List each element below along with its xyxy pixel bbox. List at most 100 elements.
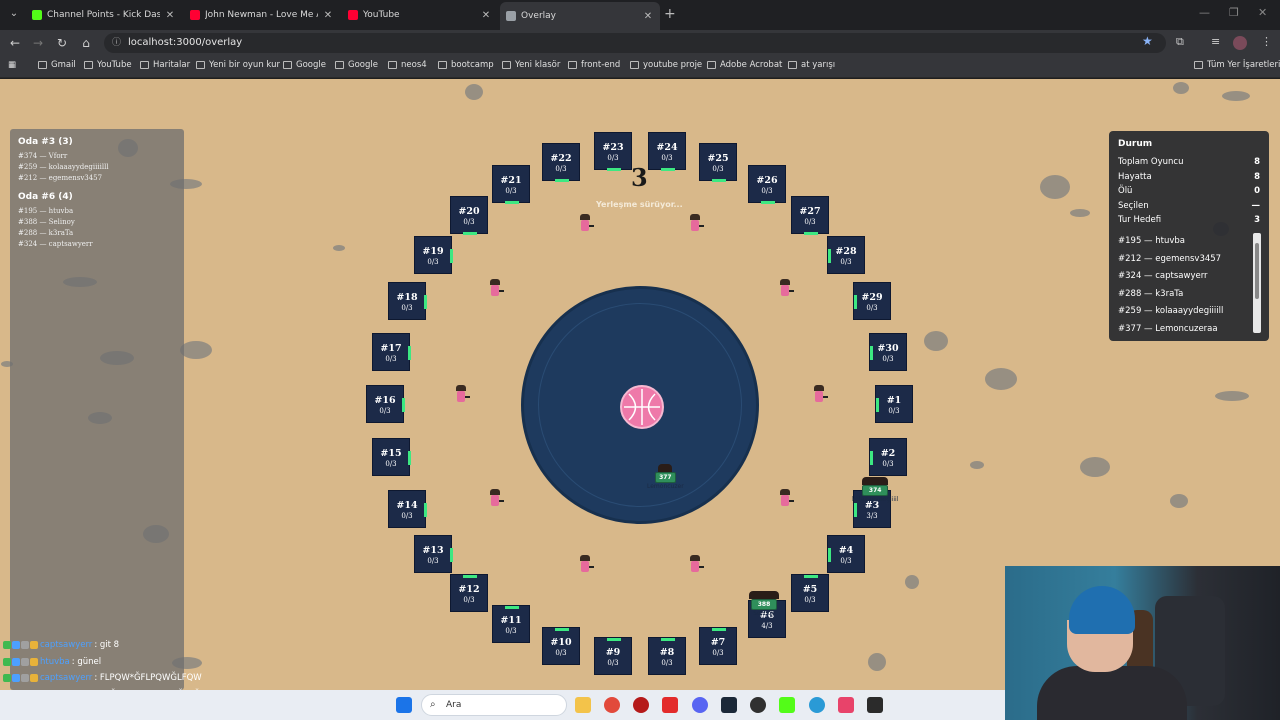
bookmark-icon xyxy=(502,61,511,69)
terminal-icon[interactable] xyxy=(867,697,883,713)
site-info-icon[interactable]: ⓘ xyxy=(112,33,121,53)
media-controls-icon[interactable]: ≡ xyxy=(1211,35,1220,48)
square-2: #2 0/3 xyxy=(869,438,907,476)
close-window-icon[interactable]: ✕ xyxy=(1258,6,1267,19)
chat-username[interactable]: captsawyerr xyxy=(40,640,92,650)
tab-2[interactable]: YouTube ✕ xyxy=(342,4,498,26)
square-glow xyxy=(607,168,621,171)
chrome-icon[interactable] xyxy=(604,697,620,713)
maximize-icon[interactable]: ❐ xyxy=(1229,6,1239,19)
kick-icon[interactable] xyxy=(779,697,795,713)
bookmark-icon xyxy=(283,61,292,69)
folder-icon xyxy=(1194,61,1203,69)
badge-icon xyxy=(12,641,20,650)
bookmark-item[interactable]: front-end xyxy=(568,60,620,70)
bookmark-item[interactable]: YouTube xyxy=(84,60,132,70)
chat-badges xyxy=(0,657,40,666)
group-player-bottom: 388 Selinoy xyxy=(749,591,779,617)
browser-toolbar: ← → ↻ ⌂ ⓘ localhost:3000/overlay ★ ⧉ ≡ ⋮ xyxy=(0,30,1280,56)
chat-text: : FLPQW*ĞFLPQWĞLFQW xyxy=(94,673,202,684)
steam-icon[interactable] xyxy=(721,697,737,713)
home-icon[interactable]: ⌂ xyxy=(77,34,95,52)
square-glow xyxy=(402,398,405,412)
player-list-item: #259 — kolaaayydegiiiill xyxy=(1118,306,1224,317)
app-icon-red[interactable] xyxy=(633,697,649,713)
bookmark-item[interactable]: youtube proje xyxy=(630,60,702,70)
tab-close-icon[interactable]: ✕ xyxy=(642,11,654,22)
app-icon-pin[interactable] xyxy=(662,697,678,713)
bookmark-item[interactable]: bootcamp xyxy=(438,60,494,70)
tab-favicon-icon xyxy=(190,10,200,20)
bookmark-item[interactable]: Google xyxy=(335,60,378,70)
forward-icon[interactable]: → xyxy=(29,34,47,52)
rock xyxy=(985,368,1017,390)
rock xyxy=(1215,391,1249,401)
room-member: #388 — Selinoy xyxy=(18,218,75,226)
guard-icon xyxy=(814,385,828,403)
square-24: #24 0/3 xyxy=(648,132,686,171)
reload-icon[interactable]: ↻ xyxy=(53,34,71,52)
square-glow xyxy=(408,451,411,465)
chat-badges xyxy=(0,641,40,650)
bookmark-item[interactable]: Yeni klasör xyxy=(502,60,560,70)
file-explorer-icon[interactable] xyxy=(575,697,591,713)
profile-avatar[interactable] xyxy=(1233,36,1247,50)
all-bookmarks[interactable]: Tüm Yer İşaretleri xyxy=(1194,60,1280,70)
square-19: #19 0/3 xyxy=(414,236,453,274)
bookmark-icon xyxy=(707,61,716,69)
rock xyxy=(1170,494,1188,508)
status-row: Ölü 0 xyxy=(1118,186,1260,197)
square-29: #29 0/3 xyxy=(853,282,891,320)
chat-username[interactable]: htuvba xyxy=(40,657,70,667)
round-countdown: 3 xyxy=(631,163,648,192)
app-icon-pink[interactable] xyxy=(838,697,854,713)
obs-icon[interactable] xyxy=(750,697,766,713)
rock xyxy=(1173,82,1189,94)
player-list-item: #324 — captsawyerr xyxy=(1118,271,1208,282)
address-bar[interactable]: ⓘ localhost:3000/overlay xyxy=(104,33,1166,53)
menu-icon[interactable]: ⋮ xyxy=(1261,35,1272,48)
bookmark-item[interactable]: Gmail xyxy=(38,60,76,70)
back-icon[interactable]: ← xyxy=(6,34,24,52)
start-icon[interactable] xyxy=(396,697,412,713)
square-18: #18 0/3 xyxy=(388,282,427,320)
new-tab-icon[interactable]: + xyxy=(664,6,676,22)
tab-1[interactable]: John Newman - Love Me Again ✕ xyxy=(184,4,340,26)
taskbar-search[interactable]: ⌕ Ara xyxy=(421,694,567,716)
chat-username[interactable]: captsawyerr xyxy=(40,673,92,683)
bookmark-item[interactable]: Google xyxy=(283,60,326,70)
minimize-icon[interactable]: — xyxy=(1199,6,1210,19)
bookmark-item[interactable]: Yeni bir oyun kur xyxy=(196,60,280,70)
rock xyxy=(1222,91,1250,101)
bookmark-item[interactable]: Adobe Acrobat xyxy=(707,60,782,70)
tab-0[interactable]: Channel Points - Kick Dashboard ✕ xyxy=(26,4,182,26)
tab-3[interactable]: Overlay ✕ xyxy=(500,2,660,30)
edge-icon[interactable] xyxy=(809,697,825,713)
bookmarks-bar: ▦ Gmail YouTube Haritalar Yeni bir oyun kur… xyxy=(0,56,1280,78)
tab-search-icon[interactable]: ⌄ xyxy=(6,6,22,22)
square-28: #28 0/3 xyxy=(827,236,865,274)
status-rows: Toplam Oyuncu 8 Hayatta 8 Ölü 0 Seçilen — Tur He… xyxy=(1109,155,1269,228)
player-list-scrollbar[interactable] xyxy=(1253,233,1261,333)
bookmark-item[interactable]: neos4 xyxy=(388,60,427,70)
tab-close-icon[interactable]: ✕ xyxy=(322,10,334,21)
bookmark-icon xyxy=(84,61,93,69)
badge-icon xyxy=(21,674,29,683)
square-glow xyxy=(804,575,818,578)
apps-icon[interactable]: ▦ xyxy=(8,60,16,70)
chat-badges xyxy=(0,674,40,683)
discord-icon[interactable] xyxy=(692,697,708,713)
square-13: #13 0/3 xyxy=(414,535,453,573)
square-glow xyxy=(424,295,427,309)
bookmark-item[interactable]: Haritalar xyxy=(140,60,190,70)
player-list[interactable]: #195 — htuvba #212 — egemensv3457 #324 — c… xyxy=(1109,233,1254,333)
bookmark-star-icon[interactable]: ★ xyxy=(1142,34,1153,48)
tab-close-icon[interactable]: ✕ xyxy=(480,10,492,21)
center-arena xyxy=(521,286,759,524)
tab-close-icon[interactable]: ✕ xyxy=(164,10,176,21)
rooms-panel: Oda #3 (3) #374 — Vforr #259 — kolaaayydeg… xyxy=(10,129,184,690)
player-list-item: #212 — egemensv3457 xyxy=(1118,253,1222,264)
bookmark-item[interactable]: at yarışı xyxy=(788,60,835,70)
extensions-icon[interactable]: ⧉ xyxy=(1176,35,1184,49)
room-member: #259 — kolaaayydegiiiilll xyxy=(18,163,109,171)
